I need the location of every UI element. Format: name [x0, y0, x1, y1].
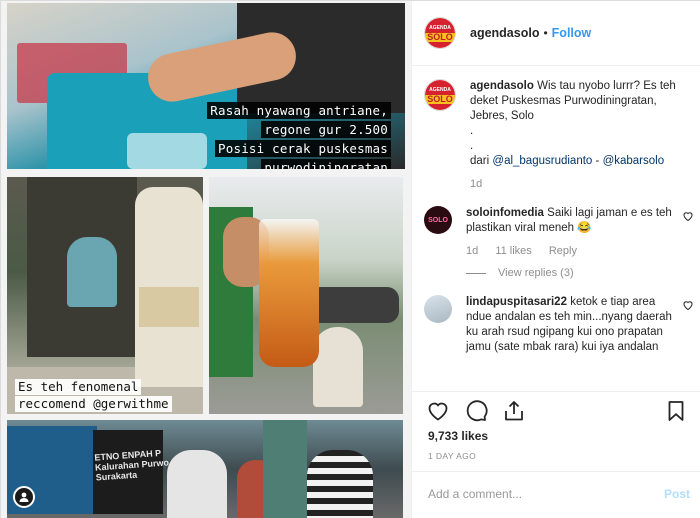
banner-text: ETNO ENPAH P Kalurahan Purwo Surakarta [94, 447, 170, 483]
photo-caption-bottom: Es teh fenomenal reccomend @gerwithme [15, 379, 172, 413]
commenter-avatar[interactable] [424, 295, 452, 323]
photo-caption-line: purwodiningratan [261, 159, 391, 169]
caption-username[interactable]: agendasolo [470, 80, 534, 92]
credit-prefix: dari [470, 155, 490, 167]
seated-man-shape [313, 327, 363, 407]
caption-dot: . [470, 140, 474, 152]
comment-age[interactable]: 1d [466, 245, 478, 257]
commenter-avatar-text: SOLO [428, 216, 448, 224]
comment-username[interactable]: soloinfomedia [466, 207, 544, 219]
queue-person-shape [167, 450, 227, 518]
instagram-post-modal: Rasah nyawang antriane, regone gur 2.500… [0, 0, 700, 518]
photo-tile-iced-tea [209, 177, 403, 414]
comment-bubble-icon[interactable] [464, 399, 488, 423]
agendasolo-logo: AGENDA SOLO [425, 18, 455, 48]
caption-body: agendasolo Wis tau nyobo lurrr? Es teh d… [470, 79, 694, 192]
post-comment-button[interactable]: Post [664, 487, 690, 501]
caption-meta: 1d [470, 177, 694, 192]
likes-count[interactable]: 9,733 likes [428, 429, 488, 443]
share-icon[interactable] [502, 399, 526, 423]
queue-person-shape [307, 450, 373, 518]
gate-shape [263, 420, 307, 518]
tagged-people-icon[interactable] [13, 486, 35, 508]
post-side-panel: AGENDA SOLO agendasolo • Follow AGENDA S… [411, 1, 700, 518]
comment-body: lindapuspitasari22 ketok e tiap area ndu… [466, 295, 676, 355]
photo-tile-vendor: Rasah nyawang antriane, regone gur 2.500… [7, 3, 405, 169]
author-username[interactable]: agendasolo [470, 26, 539, 40]
motorbike-shape [309, 287, 399, 323]
logo-text-top: AGENDA [429, 86, 451, 93]
post-timestamp[interactable]: 1 DAY AGO [428, 451, 476, 461]
post-photo[interactable]: Rasah nyawang antriane, regone gur 2.500… [1, 1, 411, 518]
like-comment-heart-icon[interactable] [682, 299, 694, 311]
mention-link[interactable]: @kabarsolo [603, 155, 665, 167]
photo-caption-line: Es teh fenomenal [15, 379, 142, 395]
post-header: AGENDA SOLO agendasolo • Follow [424, 17, 694, 49]
shorts-shape [139, 287, 199, 327]
caption-credit: dari @al_bagusrudianto - @kabarsolo [470, 154, 694, 169]
view-replies-button[interactable]: View replies (3) [466, 267, 694, 279]
photo-caption-line: Posisi cerak puskesmas [215, 140, 391, 157]
comment-username[interactable]: lindapuspitasari22 [466, 296, 567, 308]
reply-button[interactable]: Reply [549, 245, 577, 257]
caption-age[interactable]: 1d [470, 178, 482, 190]
mention-link[interactable]: @al_bagusrudianto [492, 155, 592, 167]
iced-tea-bag-shape [259, 219, 319, 367]
author-avatar[interactable]: AGENDA SOLO [424, 17, 456, 49]
logo-text-bottom: SOLO [425, 31, 455, 42]
comment-item: lindapuspitasari22 ketok e tiap area ndu… [424, 295, 694, 355]
photo-caption-line: regone gur 2.500 [261, 121, 391, 138]
commenter-avatar[interactable]: SOLO [424, 206, 452, 234]
photo-caption-line: Rasah nyawang antriane, [207, 102, 391, 119]
photo-tile-queue: ETNO ENPAH P Kalurahan Purwo Surakarta [7, 420, 403, 518]
comment-likes[interactable]: 11 likes [495, 245, 531, 257]
comment-body: soloinfomedia Saiki lagi jaman e es teh … [466, 206, 676, 259]
view-replies-label: View replies (3) [498, 267, 574, 279]
logo-text-bottom: SOLO [425, 93, 455, 104]
caption-avatar[interactable]: AGENDA SOLO [424, 79, 456, 111]
add-comment-input[interactable] [428, 479, 648, 509]
divider [412, 391, 700, 392]
comments-list[interactable]: AGENDA SOLO agendasolo Wis tau nyobo lur… [424, 79, 694, 389]
post-actions [426, 399, 688, 423]
like-comment-heart-icon[interactable] [682, 210, 694, 222]
divider [412, 65, 700, 66]
caption-dot: . [470, 125, 474, 137]
header-separator: • [543, 26, 548, 40]
photo-caption-top: Rasah nyawang antriane, regone gur 2.500… [207, 101, 391, 169]
photo-caption-line: reccomend @gerwithme [15, 396, 172, 412]
logo-text-top: AGENDA [429, 24, 451, 31]
agendasolo-logo: AGENDA SOLO [425, 80, 455, 110]
divider [412, 471, 700, 472]
comment-item: SOLO soloinfomedia Saiki lagi jaman e es… [424, 206, 694, 259]
follow-button[interactable]: Follow [552, 26, 592, 40]
bookmark-icon[interactable] [664, 399, 688, 423]
caption-comment: AGENDA SOLO agendasolo Wis tau nyobo lur… [424, 79, 694, 192]
credit-separator: - [595, 155, 600, 167]
like-heart-icon[interactable] [426, 399, 450, 423]
seller-shape [67, 237, 117, 307]
plastic-bag-shape [127, 133, 207, 169]
replies-line [466, 272, 486, 274]
comment-meta: 1d 11 likes Reply [466, 244, 676, 259]
